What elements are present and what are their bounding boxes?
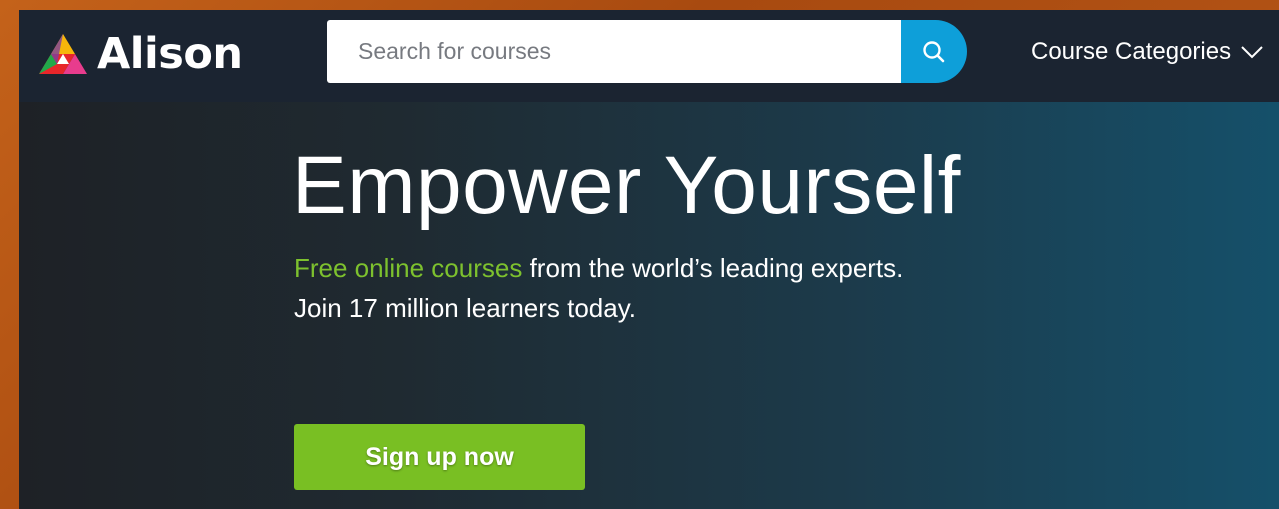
sign-up-button[interactable]: Sign up now <box>294 424 585 490</box>
hero-subtitle-line-1: Free online courses from the world’s lea… <box>294 248 903 288</box>
hero-subtitle-line-2: Join 17 million learners today. <box>294 293 637 323</box>
alison-logo[interactable]: Alison <box>35 29 243 79</box>
hero-subtitle-accent: Free online courses <box>294 253 523 283</box>
hero-subtitle-rest: from the world’s leading experts. <box>522 253 904 283</box>
hero-banner: Empower Yourself Free online courses fro… <box>19 102 1279 509</box>
top-navigation-bar: Alison Course Categories <box>19 10 1279 102</box>
logo-text: Alison <box>97 29 243 79</box>
course-categories-menu[interactable]: Course Categories <box>1031 34 1264 70</box>
hero-title: Empower Yourself <box>292 140 961 231</box>
course-categories-label: Course Categories <box>1031 38 1232 65</box>
hero-subtitle: Free online courses from the world’s lea… <box>294 248 903 328</box>
alison-logo-icon <box>39 34 87 74</box>
search-button[interactable] <box>901 20 967 83</box>
search-icon <box>923 40 945 62</box>
browser-viewport: Alison Course Categories Empower Yoursel… <box>19 10 1279 509</box>
search-bar <box>327 20 967 83</box>
search-input[interactable] <box>327 20 903 83</box>
chevron-down-icon <box>1241 46 1263 59</box>
